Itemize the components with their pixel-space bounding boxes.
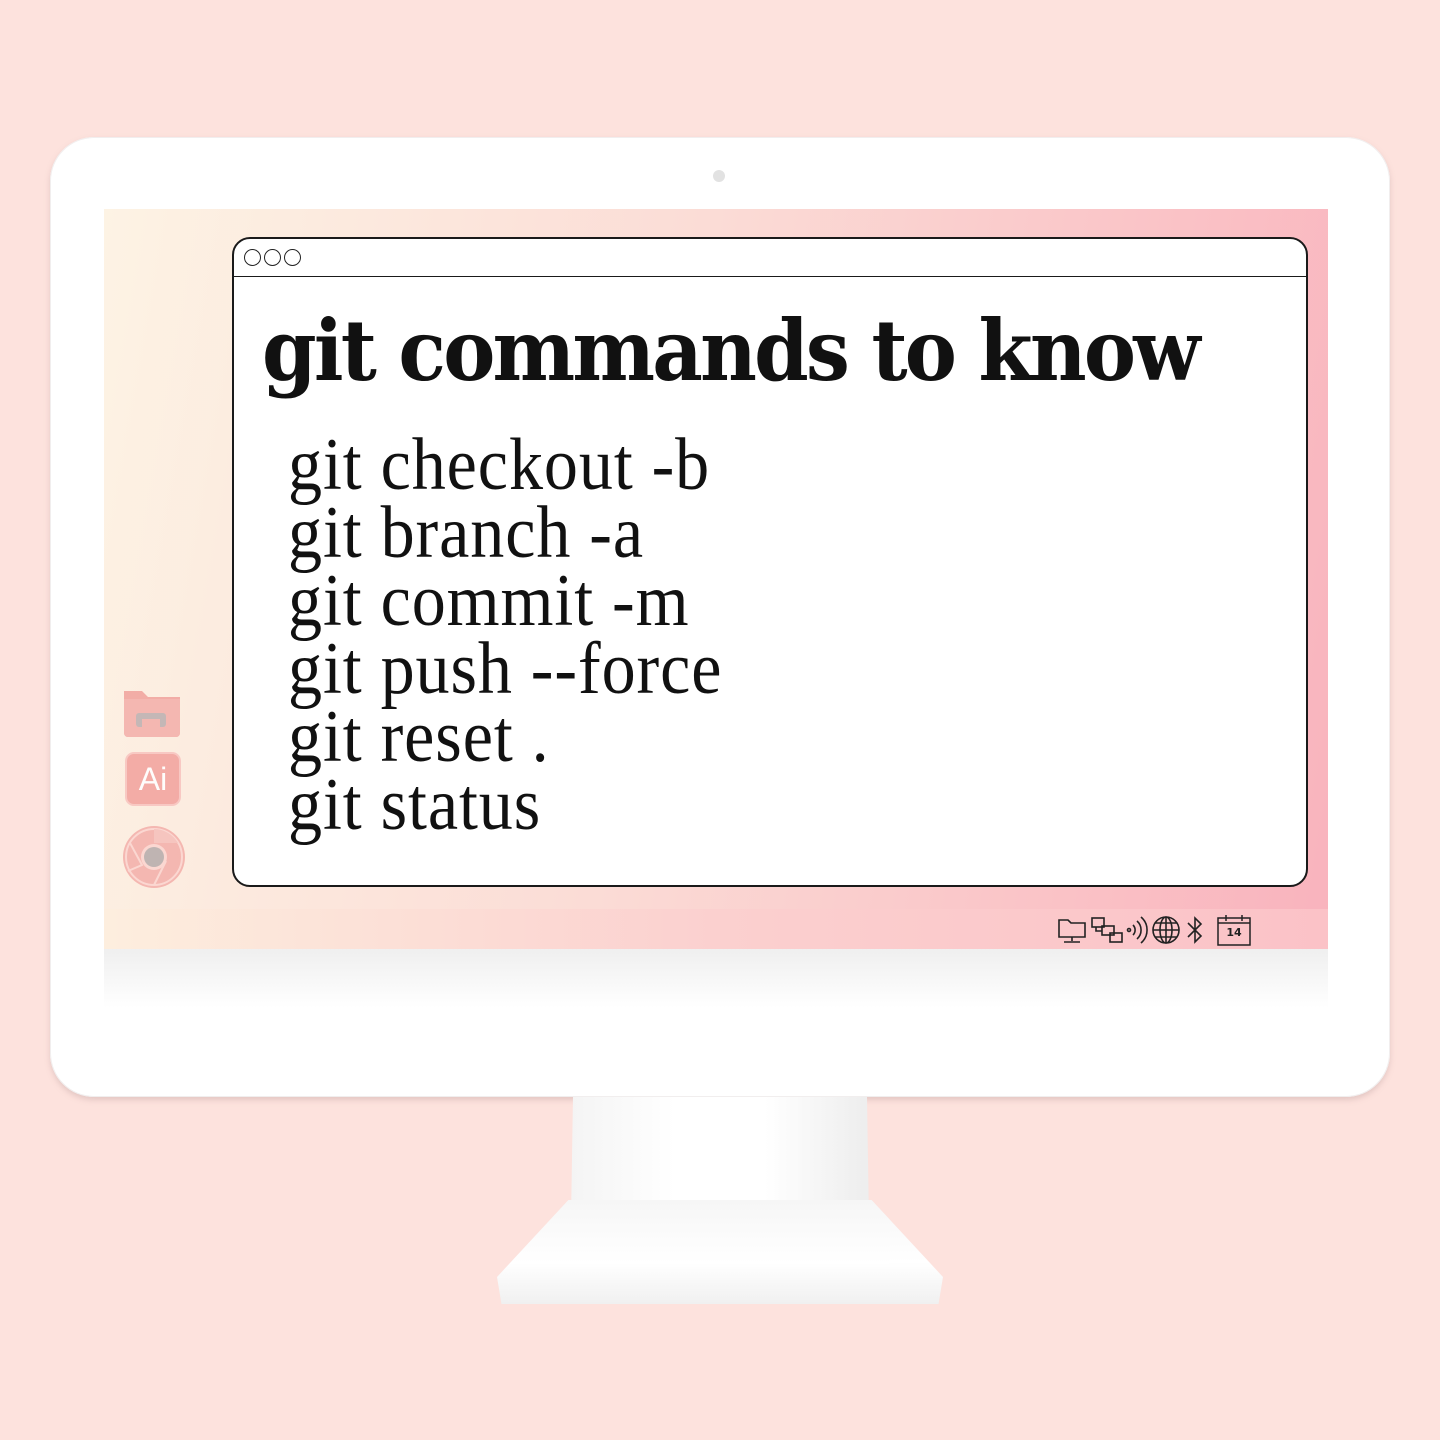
calendar-icon[interactable]: 14: [1216, 913, 1252, 947]
taskbar: 14: [104, 909, 1328, 949]
illustrator-icon-label: Ai: [138, 760, 168, 797]
system-tray: 14: [1056, 913, 1252, 947]
calendar-day: 14: [1226, 926, 1242, 939]
globe-icon[interactable]: [1150, 914, 1182, 946]
command-item: git checkout -b: [288, 424, 711, 506]
wireless-icon[interactable]: [1126, 914, 1148, 946]
minimize-button[interactable]: [264, 249, 281, 266]
camera-icon: [713, 170, 725, 182]
desktop-screen: Ai git commands to know git checkout -b …: [104, 209, 1328, 949]
command-item: git push --force: [288, 628, 723, 710]
network-icon[interactable]: [1090, 914, 1124, 946]
folder-icon[interactable]: [122, 681, 182, 741]
command-list: git checkout -b git branch -a git commit…: [288, 424, 760, 846]
chrome-icon[interactable]: [122, 825, 186, 889]
command-item: git status: [288, 764, 542, 846]
monitor-stand-base: [497, 1200, 943, 1304]
command-item: git branch -a: [288, 492, 644, 574]
monitor-chin: [104, 948, 1328, 1008]
window-titlebar: [234, 239, 1306, 277]
maximize-button[interactable]: [284, 249, 301, 266]
command-item: git reset .: [288, 696, 550, 778]
folder-network-icon[interactable]: [1056, 914, 1088, 946]
close-button[interactable]: [244, 249, 261, 266]
app-window: git commands to know git checkout -b git…: [232, 237, 1308, 887]
window-controls: [244, 249, 301, 266]
bluetooth-icon[interactable]: [1184, 914, 1206, 946]
command-item: git commit -m: [288, 560, 690, 642]
page-title: git commands to know: [262, 301, 1200, 400]
illustrator-icon[interactable]: Ai: [125, 752, 181, 806]
